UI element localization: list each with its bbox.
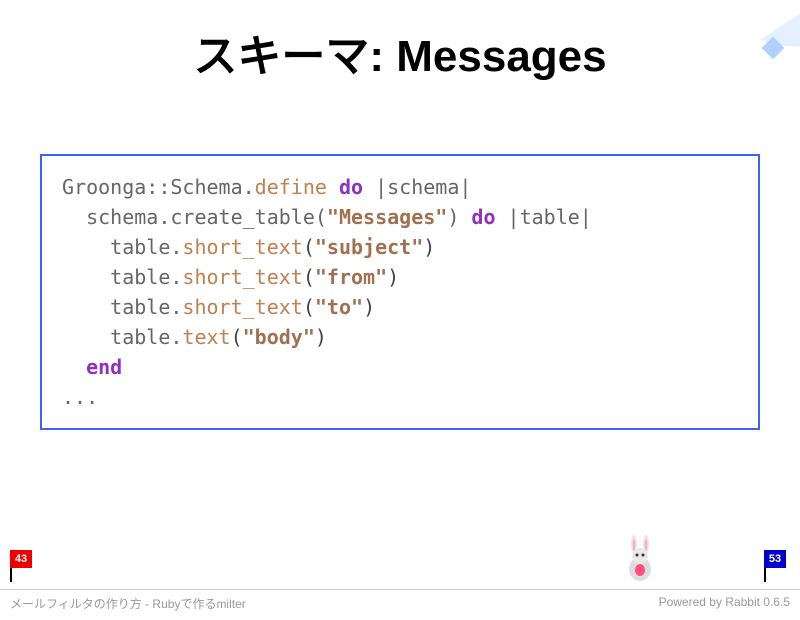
total-pages-flag: 53 <box>764 550 790 582</box>
footer-divider <box>0 589 800 590</box>
code-line: table.text("body") <box>62 322 738 352</box>
corner-decoration <box>700 0 800 80</box>
current-page-number: 43 <box>10 550 32 568</box>
code-line: table.short_text("to") <box>62 292 738 322</box>
slide-title: スキーマ: Messages <box>0 20 800 84</box>
footer: メールフィルタの作り方 - Rubyで作るmilter Powered by R… <box>10 595 790 612</box>
code-line: table.short_text("subject") <box>62 232 738 262</box>
rabbit-icon <box>620 534 660 582</box>
total-pages-number: 53 <box>764 550 786 568</box>
footer-left: メールフィルタの作り方 - Rubyで作るmilter <box>10 595 246 612</box>
code-line: Groonga::Schema.define do |schema| <box>62 172 738 202</box>
code-line: schema.create_table("Messages") do |tabl… <box>62 202 738 232</box>
progress-track: 43 53 <box>0 552 800 582</box>
code-line: end <box>62 352 738 382</box>
code-block: Groonga::Schema.define do |schema| schem… <box>40 154 760 430</box>
current-page-flag: 43 <box>10 550 36 582</box>
code-line: table.short_text("from") <box>62 262 738 292</box>
footer-right: Powered by Rabbit 0.6.5 <box>659 595 790 612</box>
code-line: ... <box>62 382 738 412</box>
